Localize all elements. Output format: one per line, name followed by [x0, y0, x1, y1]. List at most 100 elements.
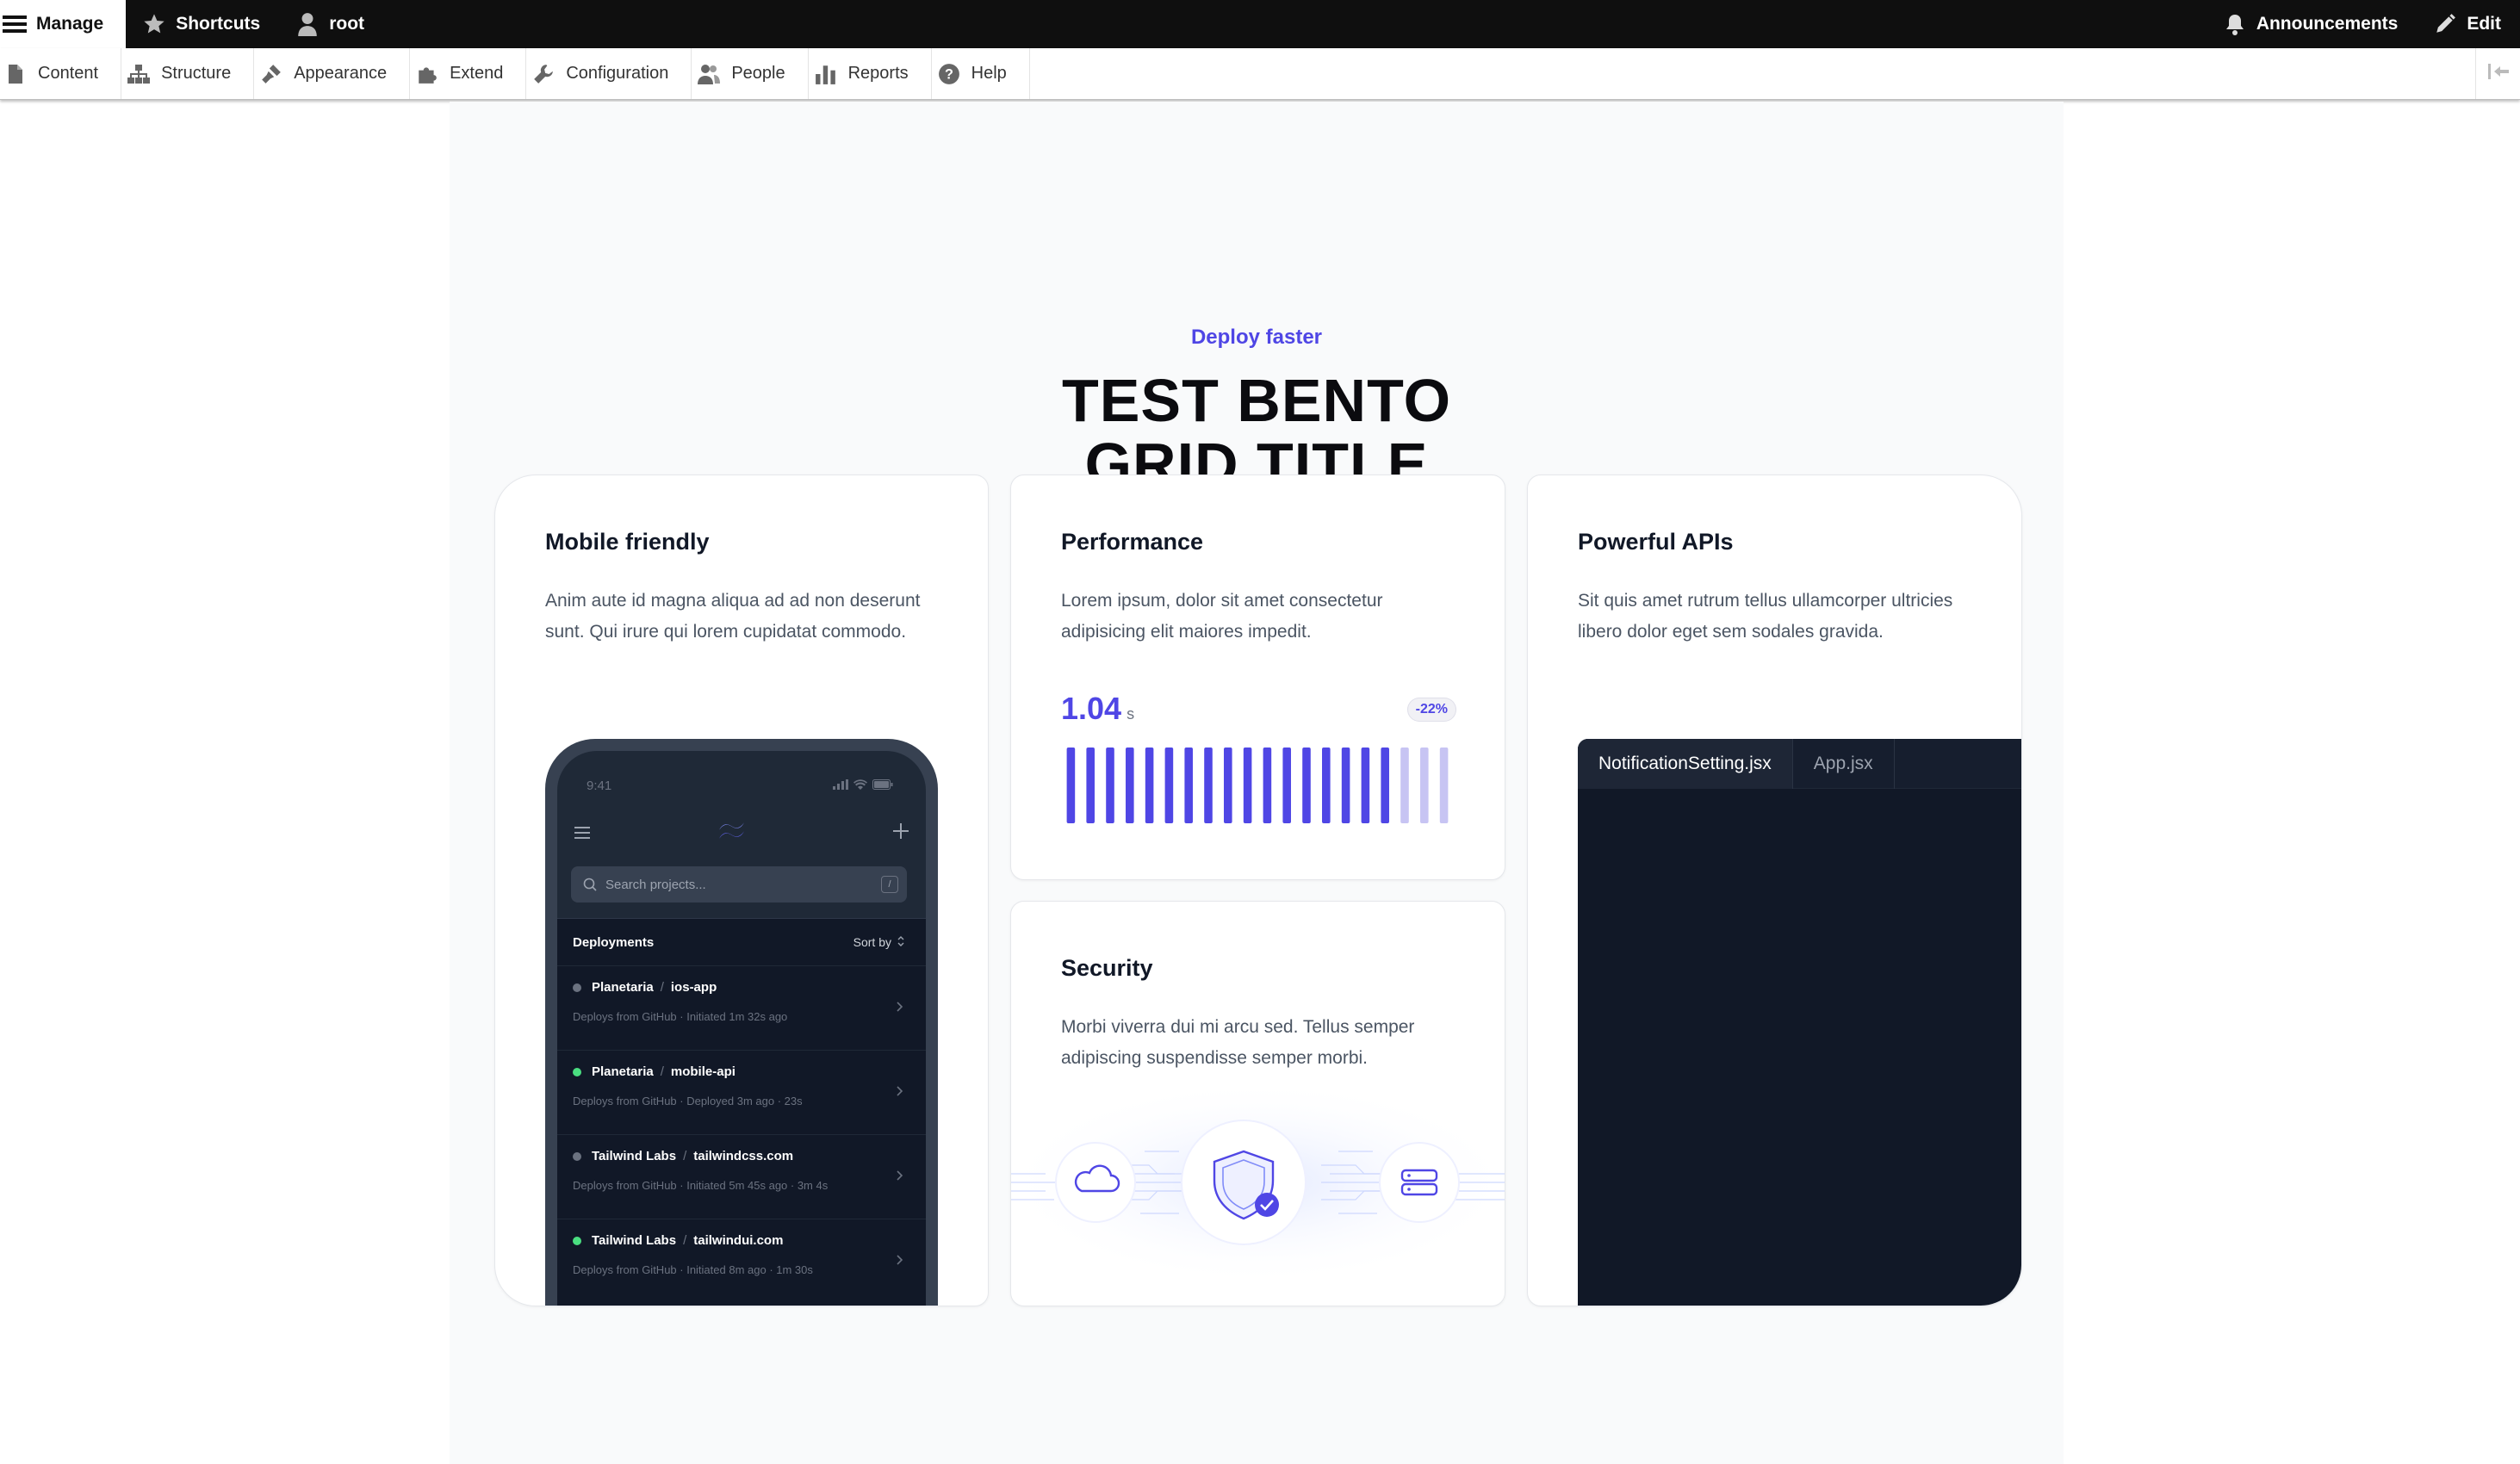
tray-item-label: Configuration — [566, 64, 669, 83]
server-node — [1379, 1142, 1460, 1223]
tray-item-people[interactable]: People — [692, 48, 809, 99]
card-description: Morbi viverra dui mi arcu sed. Tellus se… — [1061, 1017, 1415, 1068]
separator: / — [683, 1233, 687, 1248]
people-icon — [697, 62, 721, 86]
separator: / — [660, 1064, 664, 1079]
performance-bar-filled — [1106, 748, 1114, 823]
tray-item-structure[interactable]: Structure — [121, 48, 255, 99]
card-description: Anim aute id magna aliqua ad ad non dese… — [545, 591, 921, 642]
chevron-right-icon — [897, 1254, 903, 1269]
performance-bar-filled — [1224, 748, 1232, 823]
performance-bar-filled — [1066, 748, 1076, 823]
card-title: Powerful APIs — [1578, 529, 1734, 555]
chevron-right-icon — [897, 1001, 903, 1016]
card-powerful-apis: Powerful APIs Sit quis amet rutrum tellu… — [1527, 475, 2022, 1306]
security-graphic — [1011, 1091, 1505, 1286]
sitemap-icon — [127, 62, 151, 86]
deployment-meta: Deploys from GitHub · Deployed 3m ago · … — [573, 1095, 803, 1107]
performance-bar-filled — [1263, 748, 1272, 823]
performance-bar-filled — [1322, 748, 1331, 823]
phone-status-icons — [833, 779, 893, 794]
kbd-shortcut: / — [881, 876, 898, 893]
bell-icon — [2222, 11, 2248, 37]
performance-bar-empty — [1439, 748, 1449, 823]
performance-bar-filled — [1282, 748, 1291, 823]
deployment-row[interactable]: Tailwind Labs / tailwindui.com Deploys from… — [557, 1219, 926, 1303]
tray-item-label: Content — [38, 64, 99, 83]
chevron-right-icon — [897, 1169, 903, 1185]
performance-bar-filled — [1361, 748, 1370, 823]
manage-tab[interactable]: Manage — [0, 0, 127, 48]
file-icon — [3, 62, 28, 86]
puzzle-icon — [415, 62, 439, 86]
tray-item-appearance[interactable]: Appearance — [254, 48, 411, 99]
cloud-node — [1055, 1142, 1136, 1223]
paintbrush-icon — [259, 62, 283, 86]
performance-bar-empty — [1400, 748, 1409, 823]
tray-collapse-button[interactable] — [2475, 48, 2520, 99]
phone-menu-button[interactable] — [574, 827, 590, 843]
announcements-tab[interactable]: Announcements — [2207, 0, 2418, 48]
star-icon — [141, 11, 167, 37]
performance-bar-empty — [1420, 748, 1429, 823]
code-tabs: NotificationSetting.jsx App.jsx — [1578, 739, 2021, 789]
deployment-row[interactable]: Planetaria / ios-app Deploys from GitHub · … — [557, 965, 926, 1050]
performance-bar-filled — [1243, 748, 1252, 823]
performance-bar-filled — [1164, 748, 1174, 823]
edit-tab[interactable]: Edit — [2417, 0, 2520, 48]
deployment-title: Tailwind Labs / tailwindcss.com — [573, 1149, 910, 1163]
deployment-meta: Deploys from GitHub · Initiated 5m 45s a… — [573, 1179, 829, 1192]
tray-item-label: People — [731, 64, 785, 83]
tray-item-label: Structure — [161, 64, 232, 83]
card-title: Performance — [1061, 529, 1204, 555]
hamburger-icon — [2, 11, 28, 37]
search-icon — [583, 878, 597, 891]
admin-tray: Content Structure Appearance Extend Conf… — [0, 48, 2520, 100]
deployment-org: Planetaria — [592, 1064, 654, 1079]
tray-item-help[interactable]: ? Help — [932, 48, 1030, 99]
wrench-icon — [531, 62, 556, 86]
tray-item-reports[interactable]: Reports — [809, 48, 932, 99]
tab-app[interactable]: App.jsx — [1793, 739, 1895, 789]
performance-value: 1.04 — [1061, 691, 1122, 726]
tray-item-content[interactable]: Content — [0, 48, 122, 99]
tray-item-label: Appearance — [294, 64, 388, 83]
phone-mockup: 9:41 Search projects... / Deployments So… — [545, 739, 938, 1306]
hero-title-line-1: TEST BENTO — [1061, 367, 1452, 434]
status-dot — [573, 1236, 581, 1245]
status-dot — [573, 1067, 581, 1076]
card-performance: Performance Lorem ipsum, dolor sit amet … — [1010, 475, 1505, 880]
tray-item-extend[interactable]: Extend — [410, 48, 527, 99]
user-tab[interactable]: root — [279, 0, 383, 48]
phone-screen: 9:41 Search projects... / Deployments So… — [557, 751, 926, 1306]
admin-toolbar: Manage Shortcuts root Announcements Edit — [0, 0, 2520, 48]
help-icon: ? — [937, 62, 961, 86]
card-description: Lorem ipsum, dolor sit amet consectetur … — [1061, 591, 1383, 642]
performance-bar-filled — [1086, 748, 1095, 823]
deployment-row[interactable]: Planetaria / mobile-api Deploys from GitHub… — [557, 1050, 926, 1134]
sort-chevrons-icon — [897, 935, 905, 950]
tab-notification-setting[interactable]: NotificationSetting.jsx — [1578, 739, 1793, 789]
performance-bar-filled — [1126, 748, 1134, 823]
deployment-project: mobile-api — [670, 1064, 736, 1079]
performance-metric: 1.04 s — [1061, 691, 1134, 727]
tray-item-configuration[interactable]: Configuration — [526, 48, 692, 99]
performance-bar-filled — [1302, 748, 1311, 823]
bar-chart-icon — [814, 62, 838, 86]
card-security: Security Morbi viverra dui mi arcu sed. … — [1010, 901, 1505, 1306]
deployment-org: Tailwind Labs — [592, 1233, 677, 1248]
deployment-row[interactable]: Tailwind Labs / tailwindcss.com Deploys fro… — [557, 1134, 926, 1219]
deployments-list: Deployments Sort by Planetaria / ios-app De… — [557, 918, 926, 1306]
deployment-title: Planetaria / mobile-api — [573, 1064, 910, 1079]
phone-add-button[interactable] — [893, 823, 909, 843]
shortcuts-tab[interactable]: Shortcuts — [126, 0, 279, 48]
phone-search-input[interactable]: Search projects... / — [571, 866, 907, 903]
card-title: Mobile friendly — [545, 529, 710, 555]
card-mobile-friendly: Mobile friendly Anim aute id magna aliqu… — [494, 475, 989, 1306]
chevron-right-icon — [897, 1085, 903, 1101]
performance-badge: -22% — [1406, 698, 1456, 722]
sort-button[interactable]: Sort by — [853, 935, 905, 950]
shortcuts-label: Shortcuts — [176, 14, 261, 34]
deployments-header: Deployments Sort by — [557, 919, 926, 965]
deployment-project: ios-app — [670, 980, 717, 995]
